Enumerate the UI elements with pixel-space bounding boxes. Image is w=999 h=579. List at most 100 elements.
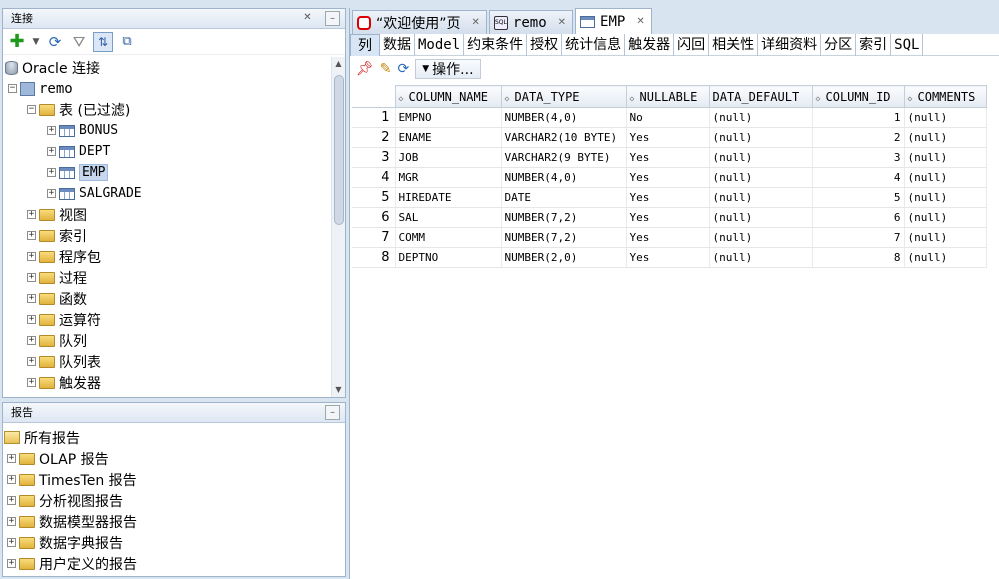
- table-row[interactable]: 3 JOB VARCHAR2(9 BYTE) Yes (null) 3 (null): [352, 147, 987, 168]
- expand-icon[interactable]: +: [47, 147, 56, 156]
- table-cell[interactable]: (null): [904, 147, 987, 168]
- row-number[interactable]: 3: [352, 147, 396, 168]
- tree-node-oracle-connections[interactable]: Oracle 连接: [5, 57, 100, 78]
- column-header[interactable]: ◇ COMMENTS: [903, 85, 987, 108]
- expand-icon[interactable]: +: [27, 294, 36, 303]
- column-header[interactable]: ◇ NULLABLE: [625, 85, 710, 108]
- tab-sub-0[interactable]: 列: [350, 33, 380, 56]
- expand-icon[interactable]: +: [7, 454, 16, 463]
- filter-icon[interactable]: ⛛: [69, 32, 89, 52]
- expand-icon[interactable]: +: [27, 357, 36, 366]
- close-icon[interactable]: ✕: [472, 17, 480, 28]
- table-cell[interactable]: Yes: [626, 147, 710, 168]
- tab-sub-8[interactable]: 相关性: [709, 33, 759, 56]
- minimize-icon[interactable]: –: [325, 11, 340, 26]
- table-cell[interactable]: (null): [904, 247, 987, 268]
- table-cell[interactable]: NUMBER(2,0): [501, 247, 627, 268]
- tree-node-report-folder[interactable]: + 数据模型器报告: [7, 511, 137, 532]
- scroll-down-icon[interactable]: ▼: [332, 383, 345, 397]
- table-cell[interactable]: 6: [812, 207, 905, 228]
- tree-node-folder[interactable]: + 队列表: [27, 351, 101, 372]
- expand-icon[interactable]: +: [27, 378, 36, 387]
- minimize-icon[interactable]: –: [325, 405, 340, 420]
- expand-icon[interactable]: +: [47, 189, 56, 198]
- table-cell[interactable]: Yes: [626, 227, 710, 248]
- tab-sub-9[interactable]: 详细资料: [758, 33, 822, 56]
- tab-remo[interactable]: SQL remo ✕: [488, 10, 574, 34]
- table-cell[interactable]: (null): [904, 227, 987, 248]
- table-cell[interactable]: 1: [812, 107, 905, 128]
- expand-icon[interactable]: +: [27, 336, 36, 345]
- tab-sub-12[interactable]: SQL: [891, 33, 924, 56]
- table-cell[interactable]: No: [626, 107, 710, 128]
- tree-node-report-folder[interactable]: + OLAP 报告: [7, 448, 109, 469]
- table-cell[interactable]: (null): [709, 107, 813, 128]
- tree-node-tables[interactable]: − 表 (已过滤): [27, 99, 130, 120]
- table-cell[interactable]: (null): [904, 127, 987, 148]
- table-cell[interactable]: (null): [904, 167, 987, 188]
- expand-icon[interactable]: +: [7, 496, 16, 505]
- tab-sub-5[interactable]: 统计信息: [562, 33, 626, 56]
- refresh-icon[interactable]: ⟳: [45, 32, 65, 52]
- tree-node-folder[interactable]: + 队列: [27, 330, 87, 351]
- table-cell[interactable]: 5: [812, 187, 905, 208]
- tab-sub-4[interactable]: 授权: [527, 33, 563, 56]
- add-connection-icon[interactable]: ✚: [7, 31, 27, 52]
- tree-node-table[interactable]: + SALGRADE: [47, 183, 142, 204]
- table-cell[interactable]: NUMBER(7,2): [501, 227, 627, 248]
- tab-emp[interactable]: EMP ✕: [575, 8, 652, 34]
- close-icon[interactable]: ✕: [636, 16, 644, 27]
- table-cell[interactable]: COMM: [395, 227, 502, 248]
- expand-icon[interactable]: +: [27, 231, 36, 240]
- tree-node-report-folder[interactable]: + TimesTen 报告: [7, 469, 137, 490]
- expand-icon[interactable]: +: [47, 126, 56, 135]
- collapse-icon[interactable]: −: [8, 84, 17, 93]
- collapse-all-icon[interactable]: ⧉: [117, 32, 137, 52]
- row-number[interactable]: 5: [352, 187, 396, 208]
- column-header[interactable]: DATA_DEFAULT: [708, 85, 813, 108]
- tree-node-folder[interactable]: + 触发器: [27, 372, 101, 393]
- tree-node-table[interactable]: + DEPT: [47, 141, 110, 162]
- tab-sub-11[interactable]: 索引: [856, 33, 892, 56]
- tree-node-report-folder[interactable]: + 分析视图报告: [7, 490, 123, 511]
- expand-icon[interactable]: +: [7, 559, 16, 568]
- chevron-down-icon[interactable]: ▼: [31, 32, 41, 52]
- row-number[interactable]: 4: [352, 167, 396, 188]
- table-cell[interactable]: HIREDATE: [395, 187, 502, 208]
- tree-node-folder[interactable]: + 过程: [27, 267, 87, 288]
- row-number[interactable]: 6: [352, 207, 396, 228]
- tree-node-folder[interactable]: + 运算符: [27, 309, 101, 330]
- table-cell[interactable]: VARCHAR2(9 BYTE): [501, 147, 627, 168]
- table-cell[interactable]: (null): [904, 207, 987, 228]
- table-cell[interactable]: DATE: [501, 187, 627, 208]
- row-number[interactable]: 2: [352, 127, 396, 148]
- expand-icon[interactable]: +: [27, 315, 36, 324]
- tab-sub-1[interactable]: 数据: [380, 33, 415, 56]
- collapse-icon[interactable]: −: [27, 105, 36, 114]
- schema-browser-icon[interactable]: ⇅: [93, 31, 113, 52]
- edit-icon[interactable]: ✎: [380, 61, 392, 77]
- tree-node-report-folder[interactable]: + 用户定义的报告: [7, 553, 137, 574]
- table-cell[interactable]: ENAME: [395, 127, 502, 148]
- table-cell[interactable]: (null): [709, 127, 813, 148]
- table-cell[interactable]: 3: [812, 147, 905, 168]
- table-cell[interactable]: DEPTNO: [395, 247, 502, 268]
- expand-icon[interactable]: +: [7, 517, 16, 526]
- table-cell[interactable]: NUMBER(7,2): [501, 207, 627, 228]
- table-row[interactable]: 6 SAL NUMBER(7,2) Yes (null) 6 (null): [352, 207, 987, 228]
- tree-node-folder[interactable]: + 函数: [27, 288, 87, 309]
- tree-node-folder[interactable]: + 视图: [27, 204, 87, 225]
- table-cell[interactable]: 7: [812, 227, 905, 248]
- expand-icon[interactable]: +: [7, 475, 16, 484]
- row-number[interactable]: 1: [352, 107, 396, 128]
- tab-welcome[interactable]: “欢迎使用”页 ✕: [352, 10, 487, 34]
- expand-icon[interactable]: +: [47, 168, 56, 177]
- table-cell[interactable]: (null): [709, 167, 813, 188]
- tree-node-table[interactable]: + BONUS: [47, 120, 118, 141]
- table-cell[interactable]: NUMBER(4,0): [501, 107, 627, 128]
- tree-node-remo[interactable]: − remo: [8, 78, 73, 99]
- table-cell[interactable]: (null): [709, 147, 813, 168]
- tree-node-all-reports[interactable]: 所有报告: [4, 427, 80, 448]
- close-icon[interactable]: ✕: [558, 17, 566, 28]
- table-cell[interactable]: 2: [812, 127, 905, 148]
